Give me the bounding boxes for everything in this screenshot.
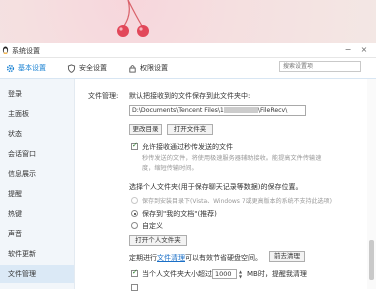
radio-my-documents[interactable]: [131, 210, 138, 217]
radio-install-dir: [131, 197, 138, 204]
size-reminder-checkbox[interactable]: [131, 268, 138, 277]
change-directory-button[interactable]: 更改目录: [129, 124, 162, 135]
scrollbar[interactable]: [367, 79, 376, 289]
title-bar: 系统设置 − ×: [0, 43, 376, 58]
qq-penguin-icon: [2, 46, 9, 54]
radio-my-documents-label: 保存到"我的文档"(推荐): [142, 210, 217, 218]
close-button[interactable]: ×: [358, 44, 370, 56]
path-prefix: D:\Documents\Tencent Files\1: [132, 107, 224, 114]
file-cleanup-link[interactable]: 文件清理: [157, 254, 185, 262]
sidebar-item-sound[interactable]: 声音: [0, 225, 74, 243]
next-option-checkbox[interactable]: [131, 284, 138, 291]
sidebar: 登录 主面板 状态 会话窗口 信息展示 提醒 热键 声音 软件更新 文件管理: [0, 79, 75, 289]
tab-label: 权限设置: [140, 64, 168, 72]
sidebar-item-chat-window[interactable]: 会话窗口: [0, 145, 74, 163]
radio-custom-label: 自定义: [142, 222, 163, 230]
cherry-decoration: [117, 0, 149, 37]
size-limit-input[interactable]: 1000: [212, 269, 237, 279]
allow-offline-label: 允许接收通过秒传发送的文件: [142, 143, 233, 151]
open-personal-folder-button[interactable]: 打开个人文件夹: [129, 235, 187, 246]
sidebar-item-status[interactable]: 状态: [0, 125, 74, 143]
sidebar-item-file-management[interactable]: 文件管理: [0, 265, 74, 283]
sidebar-item-info-display[interactable]: 信息展示: [0, 165, 74, 183]
sidebar-item-software-update[interactable]: 软件更新: [0, 245, 74, 263]
tab-basic-settings[interactable]: 基本设置: [6, 62, 46, 74]
cleanup-suffix: 可以有效节省硬盘空间。: [185, 254, 262, 262]
window-title: 系统设置: [12, 47, 40, 55]
sidebar-item-hotkeys[interactable]: 热键: [0, 205, 74, 223]
radio-install-dir-label: 保存到安装目录下(Vista、Windows 7或更高版本的系统不支持此选项): [142, 198, 332, 205]
size-suffix: MB时，提醒我清理: [247, 270, 307, 278]
default-save-text: 默认把接收到的文件保存到此文件夹中:: [129, 92, 251, 100]
size-spinner[interactable]: ▲ ▼: [237, 269, 244, 279]
minimize-button[interactable]: −: [342, 44, 354, 56]
tab-security-settings[interactable]: 安全设置: [67, 62, 107, 74]
search-input[interactable]: [279, 61, 361, 72]
sidebar-item-reminder[interactable]: 提醒: [0, 185, 74, 203]
cleanup-prefix: 定期进行: [129, 254, 157, 262]
redacted-region: [223, 107, 258, 113]
radio-custom[interactable]: [131, 222, 138, 229]
section-label: 文件管理:: [88, 92, 119, 100]
offline-desc-line2: 度，缩短传输时间。: [142, 165, 198, 172]
personal-folder-title: 选择个人文件夹(用于保存聊天记录等数据)的保存位置。: [129, 183, 303, 191]
sidebar-item-login[interactable]: 登录: [0, 85, 74, 103]
allow-offline-checkbox[interactable]: [131, 141, 138, 150]
size-prefix: 当个人文件夹大小超过: [142, 270, 212, 278]
skin-banner: [0, 0, 376, 43]
sidebar-item-main-panel[interactable]: 主面板: [0, 105, 74, 123]
tab-label: 安全设置: [79, 64, 107, 72]
path-suffix: \FileRecv\: [257, 107, 288, 114]
scrollbar-thumb[interactable]: [369, 240, 374, 280]
settings-tab-bar: 基本设置 安全设置 权限设置: [0, 58, 376, 79]
go-cleanup-button[interactable]: 前去清理: [269, 251, 305, 262]
lock-icon: [129, 64, 136, 73]
open-folder-button[interactable]: 打开文件夹: [167, 124, 213, 135]
gear-icon: [6, 64, 15, 72]
save-path-field[interactable]: D:\Documents\Tencent Files\1 \FileRecv\: [129, 105, 306, 116]
shield-icon: [67, 63, 76, 73]
tab-label: 基本设置: [18, 64, 46, 72]
offline-desc-line1: 秒传发送的文件，将使用极速服务器辅助接收。能提高文件传输速: [142, 155, 322, 162]
file-management-panel: 文件管理: 默认把接收到的文件保存到此文件夹中: D:\Documents\Te…: [75, 79, 365, 291]
tab-permission-settings[interactable]: 权限设置: [128, 62, 168, 74]
cleanup-text: 定期进行文件清理可以有效节省硬盘空间。: [129, 253, 262, 263]
